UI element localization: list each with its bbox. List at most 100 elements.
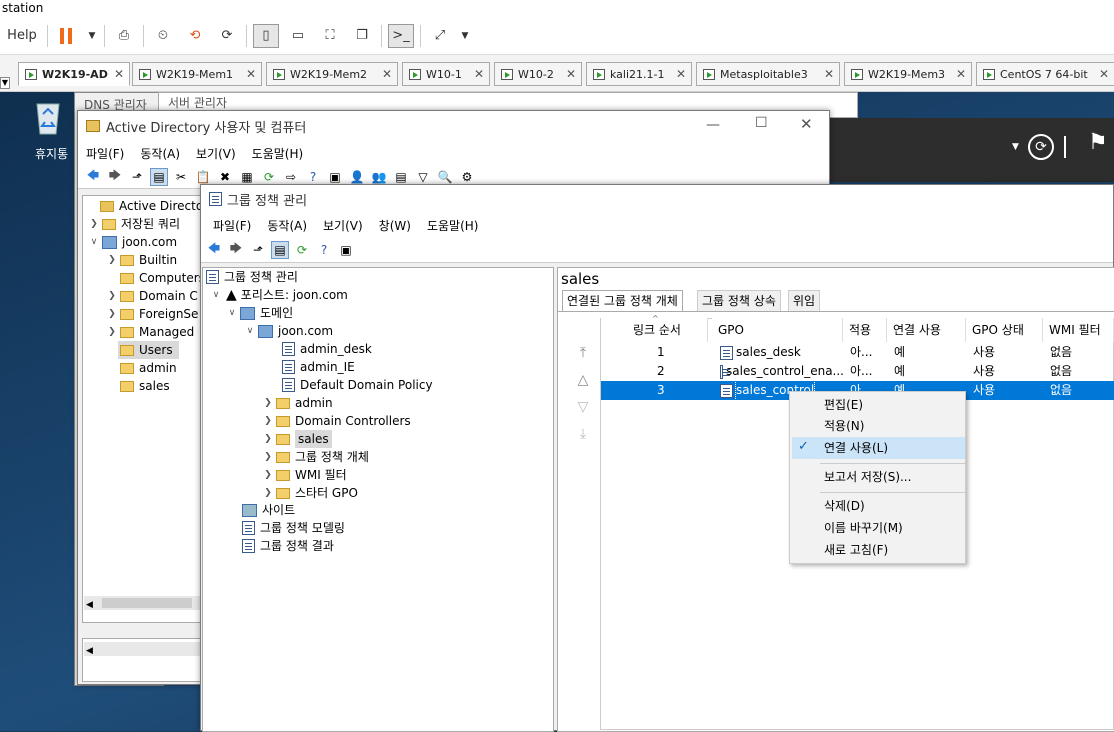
tree-item-joon-com[interactable]: ∨ joon.com (88, 233, 177, 251)
close-icon[interactable]: ✕ (566, 67, 576, 81)
show-tree-icon[interactable]: ▤ (150, 167, 168, 186)
help-menu[interactable]: Help (3, 24, 41, 48)
tree-item-active-directory[interactable]: Active Directory (86, 197, 215, 215)
tree-item-default-domain-policy[interactable]: Default Domain Policy (280, 376, 433, 394)
close-icon[interactable]: ✕ (956, 67, 966, 81)
tree-item-computers[interactable]: Computers (106, 269, 205, 287)
tab-gpo-inheritance[interactable]: 그룹 정책 상속 (697, 290, 781, 312)
tree-item-wmi-filters[interactable]: ❯ WMI 필터 (262, 466, 346, 484)
tree-item-sales[interactable]: sales (118, 377, 170, 395)
tree-item-admin-ou[interactable]: ❯ admin (262, 394, 332, 412)
tab-w10-1[interactable]: W10-1 ✕ (402, 62, 490, 86)
table-row[interactable]: 1 sales_desk 아... 예 사용 없음 (601, 343, 1114, 362)
tree-item-sales-ou[interactable]: ❯ sales (262, 430, 332, 448)
column-gpo-status[interactable]: GPO 상태 (966, 318, 1043, 342)
move-to-bottom-icon[interactable]: ⤓ (574, 427, 592, 441)
tab-metasploitable3[interactable]: Metasploitable3 ✕ (696, 62, 840, 86)
chevron-right-icon[interactable]: ❯ (106, 251, 118, 269)
stretch-icon[interactable]: ⤢ (427, 24, 453, 48)
tab-w10-2[interactable]: W10-2 ✕ (494, 62, 582, 86)
chevron-right-icon[interactable]: ❯ (262, 466, 274, 484)
chevron-down-icon[interactable]: ∨ (88, 233, 100, 251)
show-tree-icon[interactable]: ▤ (271, 240, 289, 259)
menu-view[interactable]: 보기(V) (315, 217, 371, 234)
menu-help[interactable]: 도움말(H) (244, 145, 312, 162)
revert-snapshot-icon[interactable]: ⟲ (182, 24, 208, 48)
column-gpo[interactable]: GPO (712, 318, 843, 342)
minimize-icon[interactable]: — (706, 117, 720, 133)
chevron-down-icon[interactable]: ▼ (1012, 142, 1019, 152)
menu-item-edit[interactable]: 편집(E) (824, 395, 863, 415)
menu-item-enforced[interactable]: 적용(N) (824, 416, 864, 436)
pause-button[interactable] (54, 24, 80, 48)
menu-action[interactable]: 동작(A) (259, 217, 315, 234)
chevron-right-icon[interactable]: ❯ (106, 287, 118, 305)
menu-item-link-enabled[interactable]: 연결 사용(L) (824, 438, 888, 458)
user-icon[interactable]: 👤 (348, 168, 366, 186)
up-folder-icon[interactable]: ⬏ (128, 168, 146, 186)
tab-delegation[interactable]: 위임 (788, 290, 821, 312)
menu-file[interactable]: 파일(F) (78, 145, 132, 162)
move-up-icon[interactable]: △ (574, 373, 592, 387)
delegate-icon[interactable]: ⚙ (458, 168, 476, 186)
menu-file[interactable]: 파일(F) (205, 217, 259, 234)
chevron-right-icon[interactable]: ❯ (262, 430, 274, 448)
flag-icon[interactable]: ⚑ (1088, 130, 1108, 155)
tab-w2k19-mem2[interactable]: W2K19-Mem2 ✕ (266, 62, 398, 86)
chevron-down-icon[interactable]: ∨ (210, 286, 222, 304)
close-icon[interactable]: ✕ (474, 67, 484, 81)
tree-item-users[interactable]: Users (118, 341, 179, 359)
copy-icon[interactable]: 📋 (194, 168, 212, 186)
tree-scrollbar[interactable]: ◀ (84, 596, 202, 610)
tab-linked-gpos[interactable]: 연결된 그룹 정책 개체 (562, 290, 683, 312)
tree-item-builtin[interactable]: ❯ Builtin (106, 251, 177, 269)
delete-icon[interactable]: ✖ (216, 168, 234, 186)
console-icon[interactable]: ▣ (326, 168, 344, 186)
tree-item-admin[interactable]: admin (118, 359, 177, 377)
close-icon[interactable]: ✕ (824, 67, 834, 81)
find-icon[interactable]: 🔍 (436, 168, 454, 186)
tree-item-admin-desk[interactable]: admin_desk (280, 340, 372, 358)
menu-item-rename[interactable]: 이름 바꾸기(M) (824, 518, 903, 538)
tab-w2k19-ad[interactable]: W2K19-AD ✕ (18, 62, 130, 86)
chevron-down-icon[interactable]: ∨ (244, 322, 256, 340)
scroll-left-icon[interactable]: ◀ (84, 646, 93, 656)
back-icon[interactable]: 🡄 (84, 168, 102, 186)
chevron-right-icon[interactable]: ❯ (262, 484, 274, 502)
chevron-down-icon[interactable]: ∨ (226, 304, 238, 322)
back-icon[interactable]: 🡄 (205, 241, 223, 259)
tree-item-foreign-security[interactable]: ❯ ForeignSe (106, 305, 198, 323)
chevron-right-icon[interactable]: ❯ (106, 323, 118, 341)
tab-centos[interactable]: CentOS 7 64-bit ✕ (976, 62, 1114, 86)
tree-item-saved-queries[interactable]: ❯ 저장된 쿼리 (88, 215, 180, 233)
tree-item-domains[interactable]: ∨ 도메인 (226, 304, 293, 322)
column-wmi-filter[interactable]: WMI 필터 (1043, 318, 1114, 342)
group-icon[interactable]: ▤ (392, 168, 410, 186)
maximize-icon[interactable]: ☐ (755, 115, 768, 131)
tab-w2k19-mem3[interactable]: W2K19-Mem3 ✕ (844, 62, 972, 86)
menu-window[interactable]: 창(W) (371, 217, 419, 234)
snapshot-manager-icon[interactable]: ⟳ (214, 24, 240, 48)
tree-item-modeling[interactable]: 그룹 정책 모델링 (228, 519, 345, 537)
close-icon[interactable]: ✕ (800, 115, 813, 133)
bottom-scrollbar[interactable]: ◀ (84, 642, 202, 656)
close-icon[interactable]: ✕ (246, 67, 256, 81)
console-view-icon[interactable]: ▭ (285, 24, 311, 48)
chevron-right-icon[interactable]: ❯ (88, 215, 100, 233)
tree-item-starter-gpo[interactable]: ❯ 스타터 GPO (262, 484, 358, 502)
export-icon[interactable]: ⇨ (282, 168, 300, 186)
forward-icon[interactable]: 🡆 (106, 168, 124, 186)
terminal-icon[interactable]: >_ (388, 23, 414, 48)
forward-icon[interactable]: 🡆 (227, 241, 245, 259)
chevron-down-icon[interactable]: ▼ (459, 24, 471, 48)
tab-kali[interactable]: kali21.1-1 ✕ (586, 62, 692, 86)
tree-item-forest[interactable]: ∨ ▲ 포리스트: joon.com (210, 286, 348, 304)
menu-item-save-report[interactable]: 보고서 저장(S)... (824, 467, 911, 487)
recycle-bin-icon[interactable] (33, 96, 63, 136)
tree-item-admin-ie[interactable]: admin_IE (280, 358, 355, 376)
tree-item-sites[interactable]: 사이트 (228, 501, 295, 519)
scroll-thumb[interactable] (102, 598, 192, 608)
scroll-left-icon[interactable]: ◀ (84, 600, 93, 610)
close-icon[interactable]: ✕ (676, 67, 686, 81)
properties-icon[interactable]: ▦ (238, 168, 256, 186)
